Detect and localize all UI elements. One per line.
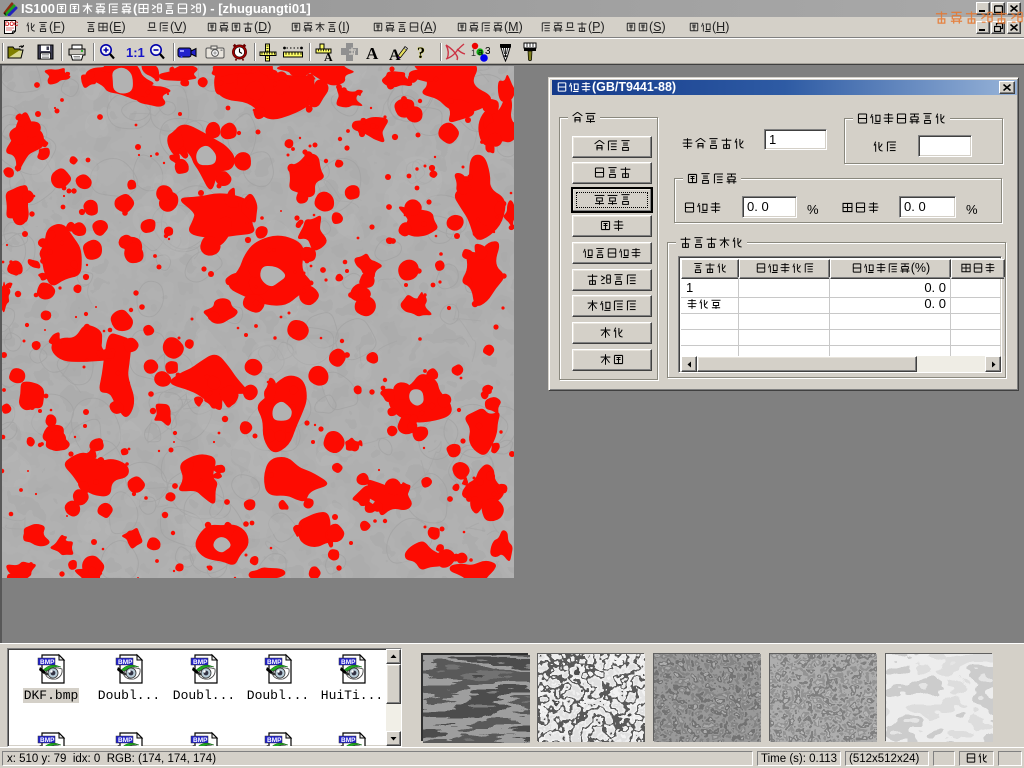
- svg-text:A: A: [366, 44, 379, 60]
- svg-text:?: ?: [417, 45, 425, 61]
- svg-text:DOC: DOC: [5, 22, 19, 28]
- svg-text:1: 1: [471, 48, 476, 58]
- svg-text:A: A: [324, 50, 333, 62]
- svg-text:3: 3: [485, 46, 490, 57]
- svg-text:1:1: 1:1: [126, 45, 145, 59]
